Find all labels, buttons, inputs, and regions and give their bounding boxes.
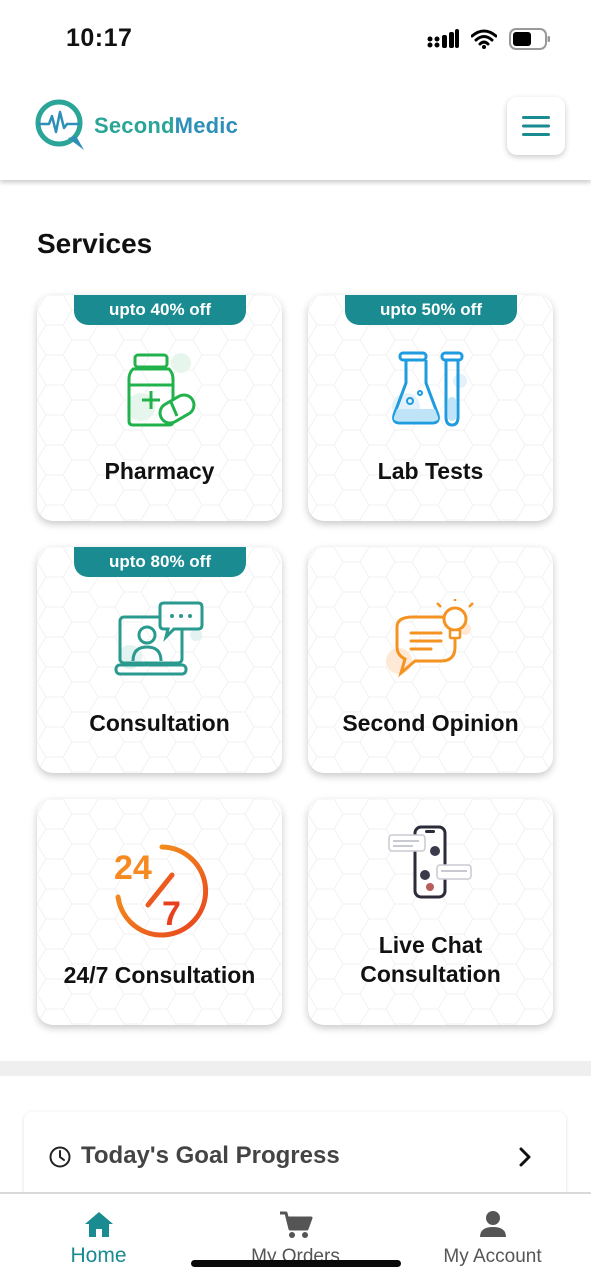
service-label: Second Opinion	[342, 710, 519, 736]
lab-flask-icon	[391, 351, 467, 427]
cart-icon	[279, 1211, 312, 1238]
service-label: Consultation	[89, 710, 230, 736]
person-icon	[479, 1211, 506, 1237]
bottom-nav: Home My Orders My Account	[0, 1192, 591, 1282]
brand-name: SecondMedic	[94, 113, 239, 138]
service-card-second-opinion[interactable]: Second Opinion	[308, 547, 553, 773]
section-divider	[0, 1061, 591, 1076]
brand-logo[interactable]: SecondMedic	[32, 98, 238, 154]
service-label: 24/7 Consultation	[63, 962, 256, 988]
chat-bulb-icon	[385, 599, 474, 678]
nav-item-my-orders[interactable]: My Orders	[197, 1194, 394, 1282]
svg-text:7: 7	[162, 895, 181, 933]
medicine-bottle-icon	[126, 353, 195, 427]
home-indicator	[191, 1260, 401, 1267]
service-label: Pharmacy	[104, 458, 215, 484]
24-7-icon: 24 7	[114, 844, 208, 938]
nav-label-my-account: My Account	[443, 1246, 542, 1267]
video-consult-icon	[114, 601, 203, 676]
service-label-line2: Consultation	[360, 961, 501, 987]
nav-item-home[interactable]: Home	[0, 1194, 197, 1282]
hamburger-icon	[522, 116, 550, 136]
service-label: Lab Tests	[377, 458, 484, 484]
services-title: Services	[37, 228, 153, 259]
service-card-lab-tests[interactable]: upto 50% off Lab Tests	[308, 295, 553, 521]
wifi-icon	[471, 29, 497, 49]
discount-badge: upto 80% off	[74, 547, 246, 577]
logo-icon	[35, 99, 84, 150]
home-icon	[84, 1212, 113, 1237]
status-time: 10:17	[66, 24, 133, 52]
discount-badge: upto 50% off	[345, 295, 517, 325]
clock-icon	[49, 1146, 71, 1168]
discount-badge: upto 40% off	[74, 295, 246, 325]
goal-progress-title: Today's Goal Progress	[81, 1142, 340, 1169]
nav-label-home: Home	[70, 1244, 127, 1267]
signal-icon	[427, 29, 459, 48]
service-card-pharmacy[interactable]: upto 40% off Pharmacy	[37, 295, 282, 521]
service-label-line1: Live Chat	[378, 932, 483, 958]
status-bar: 10:17	[0, 0, 591, 80]
service-card-consultation[interactable]: upto 80% off Consultation	[37, 547, 282, 773]
status-icons	[427, 28, 551, 50]
phone-chat-icon	[387, 825, 472, 899]
nav-item-my-account[interactable]: My Account	[394, 1194, 591, 1282]
battery-icon	[509, 28, 550, 50]
goal-progress-card[interactable]: Today's Goal Progress	[24, 1112, 566, 1202]
service-card-live-chat-consultation[interactable]: Live Chat Consultation	[308, 799, 553, 1025]
chevron-right-icon[interactable]	[518, 1147, 532, 1167]
app-header: SecondMedic	[0, 80, 591, 180]
svg-text:24: 24	[114, 849, 152, 887]
service-card-24-7-consultation[interactable]: 24 7 24/7 Consultation	[37, 799, 282, 1025]
hamburger-menu-button[interactable]	[507, 97, 565, 155]
